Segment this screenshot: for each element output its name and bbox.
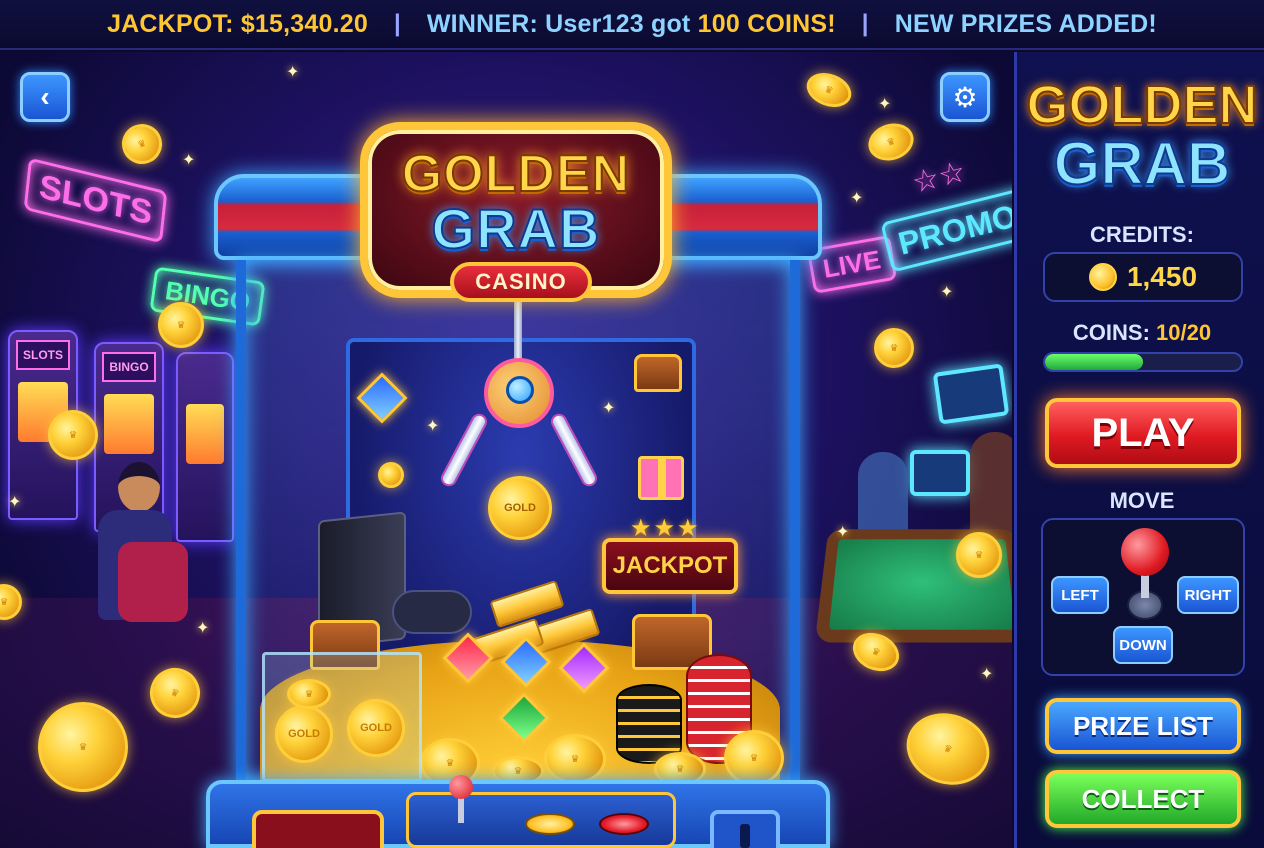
ticker-winner-prefix: WINNER: User123 got bbox=[426, 9, 691, 38]
sparkle-icon: ✦ bbox=[182, 152, 196, 169]
bin-coin-icon bbox=[287, 679, 331, 709]
claw-machine: ✦ ✦ GOLD ★★★ JACKPOT ♛ ♛ ♛ ♛ ♛ GOLD GOLD… bbox=[206, 120, 830, 848]
sparkle-icon: ✦ bbox=[878, 96, 892, 113]
pile-coin-icon bbox=[544, 734, 606, 784]
joystick-control[interactable] bbox=[1119, 528, 1171, 624]
pile-coin-icon bbox=[724, 730, 784, 786]
machine-red-button[interactable] bbox=[599, 813, 649, 835]
move-left-button[interactable]: LEFT bbox=[1051, 576, 1109, 614]
claw-rod bbox=[514, 300, 522, 360]
grabbed-gold-coin: GOLD bbox=[488, 476, 552, 540]
machine-yellow-button[interactable] bbox=[525, 813, 575, 835]
move-right-button[interactable]: RIGHT bbox=[1177, 576, 1239, 614]
background-screen bbox=[932, 363, 1010, 425]
slot-machine-screen bbox=[104, 394, 154, 454]
sparkle-icon: ✦ bbox=[426, 418, 440, 435]
gear-icon: ⚙ bbox=[952, 81, 978, 113]
prize-chute bbox=[252, 810, 384, 848]
ticker-separator: | bbox=[393, 10, 401, 37]
neon-sign-slots: SLOTS bbox=[23, 157, 168, 244]
neon-sign-promos: PROMOS bbox=[880, 182, 1012, 273]
machine-joystick[interactable] bbox=[449, 775, 473, 799]
back-icon: ‹ bbox=[40, 81, 50, 112]
casino-badge: CASINO bbox=[450, 262, 592, 302]
coin-text: GOLD bbox=[504, 502, 536, 514]
coins-progress-bar bbox=[1043, 352, 1243, 372]
sparkle-icon: ✦ bbox=[836, 524, 850, 541]
neon-stars-icon: ☆☆ bbox=[908, 154, 969, 201]
floating-coin-icon bbox=[863, 117, 919, 167]
sidebar-title-line2: GRAB bbox=[1053, 130, 1232, 197]
background-screen bbox=[910, 450, 970, 496]
sparkle-icon: ✦ bbox=[850, 190, 864, 207]
coin-text: GOLD bbox=[288, 728, 320, 740]
gift-prize-icon bbox=[638, 456, 684, 500]
machine-joystick-stick bbox=[458, 797, 464, 823]
credits-label: CREDITS: bbox=[1090, 222, 1194, 247]
jackpot-sign: JACKPOT bbox=[602, 538, 738, 594]
logo-title-line1: GOLDEN bbox=[401, 145, 631, 203]
ticker-separator: | bbox=[861, 10, 869, 37]
collect-button[interactable]: COLLECT bbox=[1045, 770, 1241, 828]
coin-icon bbox=[1088, 263, 1117, 291]
background-person bbox=[970, 432, 1012, 542]
sparkle-icon: ✦ bbox=[940, 284, 954, 301]
joystick-ball-icon bbox=[1121, 528, 1169, 576]
chest-prize-icon bbox=[634, 354, 682, 392]
floating-coin-icon bbox=[874, 328, 914, 368]
machine-control-panel bbox=[406, 775, 676, 848]
sparkle-icon: ✦ bbox=[602, 400, 616, 417]
ticker-jackpot: JACKPOT: $15,340.20 bbox=[107, 9, 368, 38]
coin-text: GOLD bbox=[360, 722, 392, 734]
prize-list-button[interactable]: PRIZE LIST bbox=[1045, 698, 1241, 754]
back-button[interactable]: ‹ bbox=[20, 72, 70, 122]
claw-light bbox=[506, 376, 534, 404]
move-down-button[interactable]: DOWN bbox=[1113, 626, 1173, 664]
small-coin-icon bbox=[378, 462, 404, 488]
coins-value: 10/20 bbox=[1156, 320, 1212, 345]
move-label: MOVE bbox=[1109, 488, 1175, 513]
credits-value: 1,450 bbox=[1126, 261, 1198, 292]
background-stool bbox=[118, 542, 188, 622]
coin-slot bbox=[710, 810, 780, 848]
bin-coin-icon: GOLD bbox=[275, 705, 333, 763]
claw-head bbox=[484, 358, 554, 428]
floating-coin-icon bbox=[158, 302, 204, 348]
floating-coin-icon bbox=[116, 118, 168, 170]
gamepad-prize-icon bbox=[392, 590, 472, 634]
floating-coin-icon bbox=[48, 410, 98, 460]
settings-button[interactable]: ⚙ bbox=[940, 72, 990, 122]
slot-machine-label: SLOTS bbox=[16, 340, 70, 370]
sidebar-logo: GOLDEN GRAB bbox=[1017, 75, 1264, 197]
coins-counter: COINS: 10/20 bbox=[1017, 320, 1264, 346]
play-button[interactable]: PLAY bbox=[1045, 398, 1241, 468]
machine-base bbox=[206, 775, 830, 848]
game-sidebar: GOLDEN GRAB CREDITS: 1,450 COINS: 10/20 … bbox=[1014, 52, 1264, 848]
coins-progress-fill bbox=[1045, 354, 1143, 370]
ticker-news: NEW PRIZES ADDED! bbox=[894, 9, 1157, 38]
sparkle-icon: ✦ bbox=[980, 666, 994, 683]
ticker-bar: JACKPOT: $15,340.20 | WINNER: User123 go… bbox=[0, 0, 1264, 50]
prize-bin: GOLD GOLD bbox=[262, 652, 422, 782]
ticker-winner: WINNER: User123 got 100 COINS! bbox=[427, 10, 836, 39]
logo-title-line2: GRAB bbox=[431, 197, 601, 260]
coins-label: COINS: bbox=[1072, 320, 1150, 345]
move-controls: LEFT RIGHT DOWN bbox=[1041, 518, 1245, 676]
ticker-winner-amount: 100 COINS! bbox=[697, 9, 836, 38]
player-head bbox=[118, 462, 160, 512]
sidebar-title-line1: GOLDEN bbox=[1025, 75, 1258, 135]
floating-coin-icon bbox=[38, 702, 128, 792]
floating-coin-icon bbox=[801, 67, 857, 113]
credits-display: 1,450 bbox=[1043, 252, 1243, 302]
bin-coin-icon: GOLD bbox=[347, 699, 405, 757]
slot-machine-label: BINGO bbox=[102, 352, 156, 382]
floating-coin-icon bbox=[956, 532, 1002, 578]
sparkle-icon: ✦ bbox=[8, 494, 22, 511]
sparkle-icon: ✦ bbox=[286, 64, 300, 81]
game-scene: SLOTS BINGO LIVE PROMOS ☆☆ SLOTS BINGO ✦… bbox=[0, 52, 1012, 848]
